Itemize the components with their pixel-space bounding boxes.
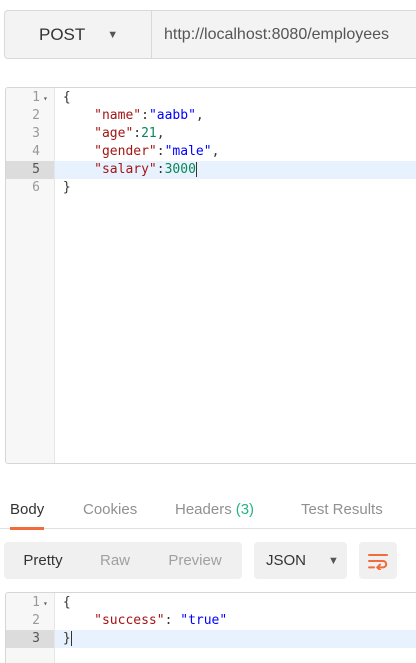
tab-body[interactable]: Body xyxy=(10,489,45,530)
method-dropdown[interactable]: POST ▼ xyxy=(4,10,151,59)
gutter-line-1: 1 ▾ xyxy=(6,89,54,107)
gutter-line-2: 2 xyxy=(32,613,40,628)
text-cursor xyxy=(70,631,72,646)
code-line: } xyxy=(62,180,71,195)
gutter-line-4: 4 xyxy=(32,144,40,159)
fold-arrow-icon[interactable]: ▾ xyxy=(43,90,48,108)
line-gutter: 1 ▾ 2 3 xyxy=(6,593,55,663)
preview-button[interactable]: Preview xyxy=(148,542,242,579)
gutter-line-6: 6 xyxy=(32,180,40,195)
pretty-button[interactable]: Pretty xyxy=(4,542,82,579)
format-dropdown[interactable]: JSON ▼ xyxy=(254,542,347,579)
gutter-line-2: 2 xyxy=(32,108,40,123)
response-toolbar: Pretty Raw Preview JSON ▼ xyxy=(4,542,416,579)
gutter-line-5: 5 xyxy=(6,161,54,179)
chevron-down-icon: ▼ xyxy=(328,554,339,567)
chevron-down-icon: ▼ xyxy=(107,28,119,41)
code-line: { xyxy=(62,90,71,105)
tab-headers[interactable]: Headers (3) xyxy=(175,489,254,529)
tab-test-results[interactable]: Test Results xyxy=(301,489,383,529)
code-area[interactable]: { "success": "true" } xyxy=(55,593,416,663)
request-body-editor[interactable]: 1 ▾ 2 3 4 5 6 { "name":"aabb", "age":21, … xyxy=(5,87,416,464)
code-line-active: "salary":3000 xyxy=(55,161,416,179)
tab-cookies[interactable]: Cookies xyxy=(83,489,137,529)
url-input[interactable]: http://localhost:8080/employees xyxy=(151,10,416,59)
code-area[interactable]: { "name":"aabb", "age":21, "gender":"mal… xyxy=(55,88,416,463)
line-gutter: 1 ▾ 2 3 4 5 6 xyxy=(6,88,55,463)
code-line-active: } xyxy=(55,630,416,648)
format-label: JSON xyxy=(266,552,307,569)
code-line: { xyxy=(62,595,71,610)
url-text: http://localhost:8080/employees xyxy=(164,25,390,43)
text-cursor xyxy=(195,162,197,177)
code-line: "success": "true" xyxy=(94,613,228,628)
code-line: "age":21, xyxy=(94,126,165,141)
gutter-line-3: 3 xyxy=(32,126,40,141)
code-line: "name":"aabb", xyxy=(94,108,204,123)
gutter-line-3: 3 xyxy=(6,630,54,648)
request-bar: POST ▼ http://localhost:8080/employees xyxy=(4,10,416,59)
headers-count-badge: (3) xyxy=(235,500,255,518)
wrap-lines-icon xyxy=(368,553,388,570)
response-tabs: Body Cookies Headers (3) Test Results xyxy=(0,489,416,530)
raw-button[interactable]: Raw xyxy=(82,542,148,579)
view-mode-switcher: Pretty Raw Preview xyxy=(4,542,242,579)
code-line: "gender":"male", xyxy=(94,144,220,159)
response-body-viewer[interactable]: 1 ▾ 2 3 { "success": "true" } xyxy=(5,592,416,663)
fold-arrow-icon[interactable]: ▾ xyxy=(43,595,48,613)
gutter-line-1: 1 ▾ xyxy=(6,594,54,612)
wrap-lines-button[interactable] xyxy=(359,542,397,579)
method-label: POST xyxy=(39,24,86,44)
